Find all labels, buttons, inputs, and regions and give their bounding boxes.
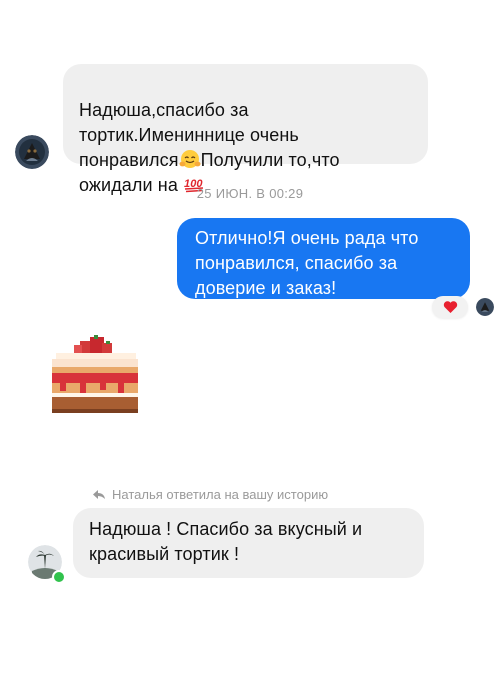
outgoing-message[interactable]: Отлично!Я очень рада что понравился, спа…	[177, 218, 470, 299]
heart-icon	[443, 301, 457, 313]
cake-sticker-icon[interactable]	[50, 335, 140, 420]
seen-avatar	[476, 298, 494, 316]
online-status-indicator	[52, 570, 66, 584]
message-reaction[interactable]	[432, 296, 468, 318]
incoming-message[interactable]: Надюша ! Спасибо за вкусный и красивый т…	[73, 508, 424, 578]
hugging-face-icon	[179, 149, 201, 169]
story-reply-text: Наталья ответила на вашу историю	[112, 487, 329, 502]
chat-thread: Надюша,спасибо за тортик.Имениннице очен…	[0, 0, 500, 675]
story-reply-note: Наталья ответила на вашу историю	[92, 487, 328, 502]
incoming-message[interactable]: Надюша,спасибо за тортик.Имениннице очен…	[63, 64, 428, 195]
message-timestamp: 25 ИЮН. В 00:29	[196, 186, 304, 201]
contact-avatar[interactable]	[15, 135, 49, 169]
reply-arrow-icon	[93, 489, 105, 499]
